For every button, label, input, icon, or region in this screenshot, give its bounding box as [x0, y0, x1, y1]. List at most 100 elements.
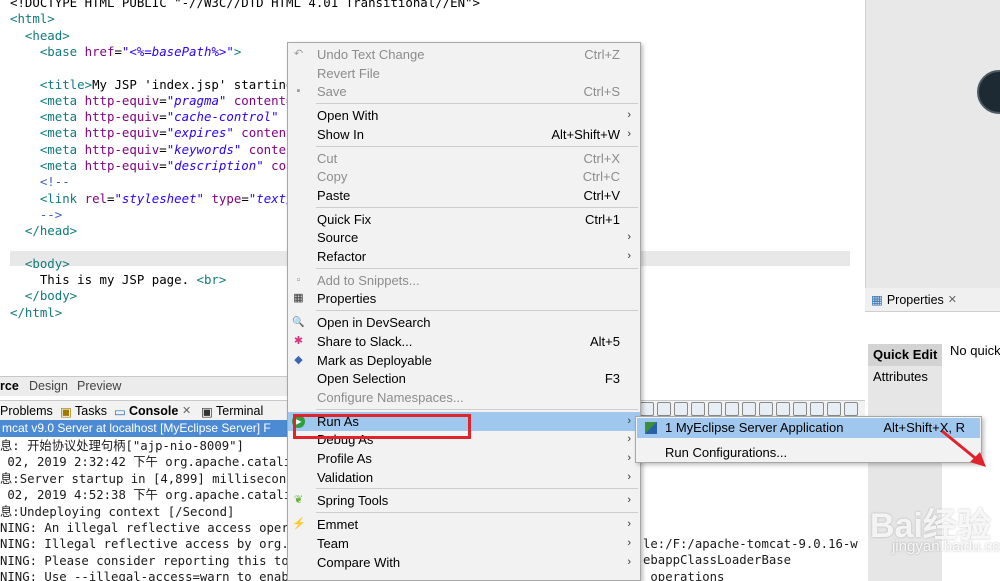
code-token: href	[84, 43, 115, 59]
menu-item-label: Open With	[317, 108, 379, 124]
code-line: <head>	[10, 27, 70, 44]
code-token: =	[114, 43, 122, 59]
menu-item-label: Add to Snippets...	[317, 272, 420, 288]
code-token: content=	[226, 92, 294, 108]
menu-item-properties[interactable]: ▦ Properties	[288, 289, 640, 308]
code-token: "<%=basePath%>"	[121, 43, 234, 59]
menu-item-label: Open Selection	[317, 371, 406, 387]
menu-item-quick-fix[interactable]: Quick Fix Ctrl+1	[288, 210, 640, 229]
toolbar-icon[interactable]	[725, 402, 739, 416]
chevron-right-icon: ›	[627, 231, 631, 244]
tab-preview[interactable]: Preview	[77, 379, 121, 393]
minimize-icon[interactable]	[827, 402, 841, 416]
menu-item-spring-tools[interactable]: ❦ Spring Tools ›	[288, 491, 640, 510]
code-token: My JSP 'index.jsp' starting	[92, 76, 294, 92]
menu-item-refactor[interactable]: Refactor ›	[288, 247, 640, 266]
menu-item-shortcut: Ctrl+1	[584, 211, 620, 227]
code-token: http-equiv	[84, 141, 160, 157]
code-token: type	[204, 190, 242, 206]
menu-separator	[316, 145, 638, 147]
console-line: 息:Server startup in [4,899] millisecond	[0, 471, 294, 486]
code-token: <body>	[10, 255, 70, 271]
menu-item-label: Team	[317, 535, 349, 551]
chevron-right-icon: ›	[627, 494, 631, 507]
console-line: 02, 2019 4:52:38 下午 org.apache.catalina.	[0, 488, 314, 503]
menu-item-shortcut: Ctrl+V	[583, 187, 620, 203]
code-token: <meta	[10, 158, 85, 173]
menu-item-configure-namespaces[interactable]: Configure Namespaces...	[288, 388, 640, 407]
code-line: This is my JSP page. <br>	[10, 271, 227, 288]
menu-item-save[interactable]: ▪ Save Ctrl+S	[288, 82, 640, 101]
code-token: http-equiv	[84, 92, 160, 108]
tab-quick-edit[interactable]: Quick Edit	[868, 344, 942, 366]
toolbar-icon[interactable]	[793, 402, 807, 416]
toolbar-icon[interactable]	[759, 402, 773, 416]
tab-tasks[interactable]: Tasks	[75, 404, 107, 418]
toolbar-icon[interactable]	[657, 402, 671, 416]
editor-view-tabs: rce Design Preview	[0, 376, 290, 396]
code-token: >	[233, 43, 242, 59]
tab-source[interactable]: rce	[0, 379, 19, 393]
menu-item-run-configurations[interactable]: Run Configurations...	[637, 443, 980, 463]
code-token: <title>	[10, 76, 93, 92]
menu-item-label: Show In	[317, 126, 364, 142]
menu-item-open-selection[interactable]: Open Selection F3	[288, 369, 640, 388]
menu-item-team[interactable]: Team ›	[288, 534, 640, 553]
properties-icon: ▦	[871, 293, 883, 307]
menu-item-validation[interactable]: Validation ›	[288, 468, 640, 487]
code-token: http-equiv	[84, 125, 160, 141]
menu-item-paste[interactable]: Paste Ctrl+V	[288, 186, 640, 205]
chevron-right-icon: ›	[627, 536, 631, 549]
menu-item-myeclipse-server-application[interactable]: 1 MyEclipse Server Application Alt+Shift+…	[637, 418, 980, 438]
toolbar-icon[interactable]	[674, 402, 688, 416]
code-line: <meta http-equiv="pragma" content=	[10, 92, 294, 109]
code-token: =	[241, 190, 249, 206]
toolbar-icon[interactable]	[640, 402, 654, 416]
code-token: http-equiv	[84, 109, 160, 125]
close-icon[interactable]: ✕	[182, 404, 191, 417]
code-line: <body>	[10, 255, 70, 272]
maximize-icon[interactable]	[844, 402, 858, 416]
menu-item-cut[interactable]: Cut Ctrl+X	[288, 149, 640, 168]
tab-terminal[interactable]: Terminal	[216, 404, 263, 418]
tab-console[interactable]: Console	[129, 404, 178, 418]
code-line: </html>	[10, 304, 62, 321]
menu-item-undo-text-change[interactable]: ↶ Undo Text Change Ctrl+Z	[288, 45, 640, 64]
code-token: "stylesheet"	[114, 190, 204, 206]
close-icon[interactable]: ✕	[948, 293, 957, 306]
menu-item-show-in[interactable]: Show In Alt+Shift+W ›	[288, 125, 640, 144]
code-token: =	[159, 158, 167, 173]
tab-design[interactable]: Design	[29, 379, 68, 393]
code-token: =	[159, 92, 167, 108]
menu-item-add-to-snippets[interactable]: ▫ Add to Snippets...	[288, 271, 640, 290]
toolbar-icon[interactable]	[810, 402, 824, 416]
code-token: <link	[10, 190, 85, 206]
toolbar-icon[interactable]	[691, 402, 705, 416]
tab-problems[interactable]: Problems	[0, 404, 53, 418]
menu-separator	[316, 408, 638, 410]
toolbar-icon[interactable]	[776, 402, 790, 416]
menu-item-compare-with[interactable]: Compare With ›	[288, 553, 640, 572]
code-token: </body>	[10, 288, 78, 304]
toolbar-icon[interactable]	[708, 402, 722, 416]
menu-item-open-with[interactable]: Open With ›	[288, 106, 640, 125]
watermark-url: jingyan.baidu.com	[892, 538, 1000, 555]
menu-item-revert-file[interactable]: Revert File	[288, 64, 640, 83]
menu-item-source[interactable]: Source ›	[288, 228, 640, 247]
server-status-bar: mcat v9.0 Server at localhost [MyEclipse…	[0, 420, 290, 437]
menu-item-copy[interactable]: Copy Ctrl+C	[288, 167, 640, 186]
menu-item-label: Undo Text Change	[317, 47, 425, 62]
menu-item-share-to-slack[interactable]: ✱ Share to Slack... Alt+5	[288, 332, 640, 351]
menu-separator	[316, 103, 638, 105]
submenu-item-label: Run Configurations...	[665, 445, 788, 460]
code-line: <meta http-equiv="description" cor	[10, 157, 294, 174]
properties-view-header[interactable]: ▦ Properties ✕	[865, 288, 1000, 312]
menu-item-mark-as-deployable[interactable]: ◆ Mark as Deployable	[288, 351, 640, 370]
toolbar-icon[interactable]	[742, 402, 756, 416]
tab-attributes[interactable]: Attributes	[868, 366, 942, 388]
tasks-icon: ▣	[60, 405, 72, 419]
menu-item-open-in-devsearch[interactable]: 🔍 Open in DevSearch	[288, 313, 640, 332]
menu-item-emmet[interactable]: ⚡ Emmet ›	[288, 515, 640, 534]
menu-item-profile-as[interactable]: Profile As ›	[288, 449, 640, 468]
menu-item-shortcut: Alt+Shift+W	[551, 126, 620, 142]
